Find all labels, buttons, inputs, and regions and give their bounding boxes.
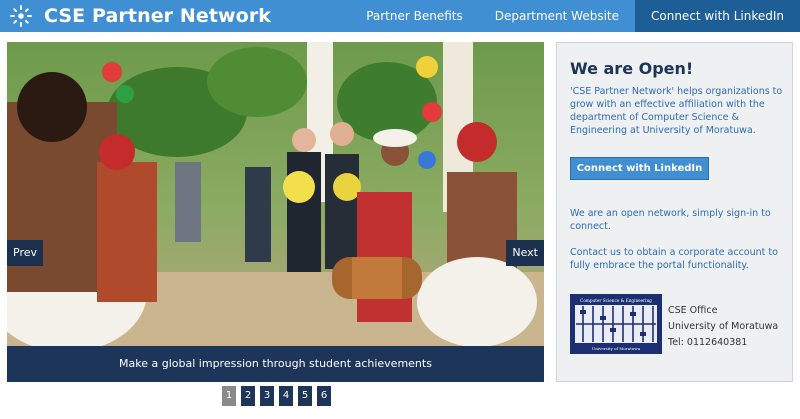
image-slider: Prev Next Make a global impression throu… — [7, 42, 544, 382]
info-panel: We are Open! 'CSE Partner Network' helps… — [556, 42, 793, 382]
page-button-6[interactable]: 6 — [317, 386, 331, 406]
cse-logo: Computer Science & Engineering Universit… — [570, 294, 662, 354]
svg-text:University of Moratuwa: University of Moratuwa — [592, 346, 641, 351]
nav-connect-linkedin[interactable]: Connect with LinkedIn — [635, 0, 800, 32]
main-nav: Partner Benefits Department Website Conn… — [350, 0, 800, 32]
next-button[interactable]: Next — [506, 240, 544, 266]
prev-button[interactable]: Prev — [7, 240, 43, 266]
office-tel: Tel: 0112640381 — [668, 337, 748, 348]
page-button-5[interactable]: 5 — [298, 386, 312, 406]
site-title: CSE Partner Network — [44, 5, 272, 27]
nav-partner-benefits[interactable]: Partner Benefits — [350, 0, 479, 32]
photo-icon — [7, 42, 544, 346]
page-button-4[interactable]: 4 — [279, 386, 293, 406]
slide-pager: 1 2 3 4 5 6 — [222, 386, 336, 406]
page-button-3[interactable]: 3 — [260, 386, 274, 406]
connect-linkedin-button[interactable]: Connect with LinkedIn — [570, 157, 709, 180]
intro-text: 'CSE Partner Network' helps organization… — [570, 86, 783, 136]
open-network-text: We are an open network, simply sign-in t… — [570, 208, 771, 232]
office-university: University of Moratuwa — [668, 321, 779, 332]
brand[interactable]: CSE Partner Network — [9, 4, 271, 28]
office-contact: CSE Office University of Moratuwa Tel: 0… — [668, 303, 778, 351]
sunburst-icon — [10, 5, 32, 27]
nav-department-website[interactable]: Department Website — [479, 0, 635, 32]
page-button-2[interactable]: 2 — [241, 386, 255, 406]
office-name: CSE Office — [668, 305, 718, 316]
contact-text[interactable]: Contact us to obtain a corporate account… — [570, 246, 784, 272]
page-button-1[interactable]: 1 — [222, 386, 236, 406]
svg-text:Computer Science & Engineering: Computer Science & Engineering — [580, 298, 652, 303]
panel-title: We are Open! — [570, 59, 694, 78]
slide-caption: Make a global impression through student… — [7, 346, 544, 382]
top-header: CSE Partner Network Partner Benefits Dep… — [0, 0, 800, 32]
